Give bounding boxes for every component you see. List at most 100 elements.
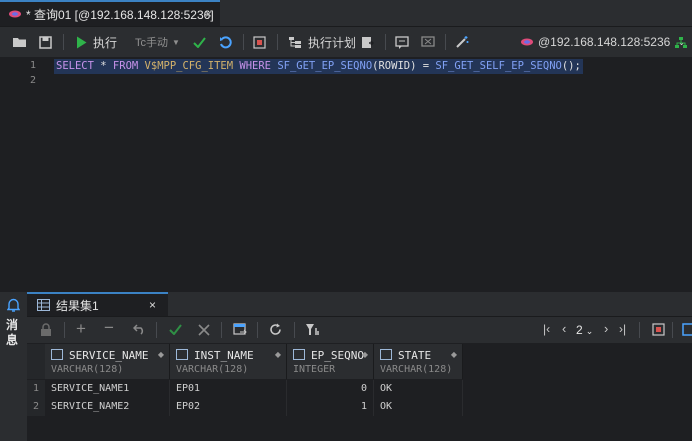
- line-number-gutter: 1 2: [0, 57, 44, 291]
- commit-icon[interactable]: [193, 27, 206, 57]
- result-set-tab[interactable]: 结果集1 ×: [27, 292, 168, 316]
- table-cell[interactable]: 1: [287, 398, 374, 416]
- first-page-icon[interactable]: |‹: [543, 322, 550, 336]
- undo-icon[interactable]: [133, 324, 146, 335]
- transaction-mode-label: Tc手动: [135, 37, 168, 49]
- database-icon: [9, 10, 21, 18]
- result-tab-bar: 结果集1 ×: [27, 292, 692, 317]
- execution-plan-button[interactable]: 执行计划: [288, 27, 356, 57]
- rollback-icon[interactable]: [219, 27, 232, 57]
- panel-toggle-icon[interactable]: [682, 323, 692, 336]
- sort-icon[interactable]: ◆: [158, 350, 164, 359]
- stop-icon[interactable]: [253, 27, 266, 57]
- previous-page-icon[interactable]: ‹: [562, 321, 566, 336]
- grid-corner: [27, 344, 45, 379]
- table-cell[interactable]: EP02: [170, 398, 287, 416]
- query-tab[interactable]: * 查询01 [@192.168.148.128:5236] ×: [0, 0, 220, 26]
- filter-icon[interactable]: [305, 323, 320, 336]
- format-wand-icon[interactable]: [455, 27, 469, 57]
- column-type: VARCHAR(128): [380, 364, 453, 375]
- export-grid-icon[interactable]: [233, 323, 247, 336]
- grid-icon: [37, 299, 50, 311]
- transaction-mode-select[interactable]: Tc手动 ▼: [135, 27, 180, 57]
- last-page-icon[interactable]: ›|: [619, 322, 626, 336]
- execution-plan-label: 执行计划: [308, 35, 357, 50]
- line-number: 2: [29, 75, 36, 86]
- add-row-icon[interactable]: +: [76, 319, 86, 339]
- close-icon[interactable]: ×: [205, 7, 212, 21]
- play-icon: [77, 36, 87, 48]
- sql-table-name: V$MPP_CFG_ITEM: [144, 60, 234, 72]
- toolbar-divider: [385, 34, 386, 50]
- sort-icon[interactable]: ◆: [362, 350, 368, 359]
- export-icon[interactable]: [361, 27, 374, 57]
- save-icon[interactable]: [39, 27, 52, 57]
- query-tab-title: * 查询01 [@192.168.148.128:5236]: [26, 7, 214, 22]
- result-grid[interactable]: SERVICE_NAME ◆ VARCHAR(128) INST_NAME ◆ …: [27, 344, 692, 441]
- sort-icon[interactable]: ◆: [451, 350, 457, 359]
- toolbar-divider: [257, 322, 258, 338]
- column-icon: [176, 349, 188, 360]
- column-header-ep-seqno[interactable]: EP_SEQNO ◆ INTEGER: [287, 344, 374, 379]
- close-icon[interactable]: ×: [149, 298, 156, 312]
- sort-icon[interactable]: ◆: [275, 350, 281, 359]
- sql-function: SF_GET_SELF_EP_SEQNO: [435, 60, 562, 72]
- table-cell[interactable]: SERVICE_NAME1: [45, 380, 170, 398]
- stop-icon[interactable]: [652, 323, 665, 336]
- next-page-icon[interactable]: ›: [604, 321, 608, 336]
- column-icon: [51, 349, 63, 360]
- table-cell[interactable]: 0: [287, 380, 374, 398]
- connection-label: @192.168.148.128:5236: [538, 35, 671, 49]
- page-number-select[interactable]: 2 ⌄: [576, 323, 593, 337]
- column-type: VARCHAR(128): [51, 364, 124, 375]
- chevron-down-icon: ▼: [172, 37, 180, 47]
- row-number: 1: [27, 380, 45, 398]
- uncomment-icon[interactable]: [421, 27, 435, 57]
- execute-button[interactable]: 执行: [76, 27, 117, 57]
- toolbar-divider: [639, 322, 640, 338]
- table-cell[interactable]: OK: [374, 398, 463, 416]
- comment-icon[interactable]: [395, 27, 409, 57]
- open-folder-icon[interactable]: [12, 27, 27, 57]
- column-name: STATE: [398, 349, 432, 362]
- side-panel-strip: 消息: [0, 292, 28, 441]
- toolbar-divider: [672, 322, 673, 338]
- sql-argument: (ROWID): [372, 60, 417, 72]
- result-panel: 结果集1 × + − |‹ ‹ 2 ⌄ › ›| SERVICE_NAME ◆ …: [27, 292, 692, 441]
- sql-keyword: WHERE: [239, 60, 271, 72]
- connection-selector[interactable]: @192.168.148.128:5236 ⌄: [520, 27, 686, 57]
- network-icon[interactable]: [674, 27, 688, 57]
- sql-terminator: ();: [561, 60, 581, 72]
- toolbar-divider: [156, 322, 157, 338]
- toolbar-divider: [277, 34, 278, 50]
- delete-row-icon[interactable]: −: [104, 318, 114, 338]
- column-type: VARCHAR(128): [176, 364, 249, 375]
- column-icon: [293, 349, 305, 360]
- table-cell[interactable]: SERVICE_NAME2: [45, 398, 170, 416]
- column-header-state[interactable]: STATE ◆ VARCHAR(128): [374, 344, 463, 379]
- toolbar-divider: [445, 34, 446, 50]
- messages-panel-label[interactable]: 消息: [6, 318, 20, 348]
- commit-icon[interactable]: [169, 324, 182, 335]
- toolbar-divider: [294, 322, 295, 338]
- toolbar-divider: [243, 34, 244, 50]
- column-type: INTEGER: [293, 364, 336, 375]
- cancel-icon[interactable]: [198, 324, 210, 336]
- column-icon: [380, 349, 392, 360]
- sql-keyword: FROM: [112, 60, 139, 72]
- sql-code-line[interactable]: SELECT * FROM V$MPP_CFG_ITEM WHERE SF_GE…: [54, 59, 583, 74]
- sql-function: SF_GET_EP_SEQNO: [277, 60, 373, 72]
- result-set-tab-label: 结果集1: [56, 298, 99, 313]
- bell-icon[interactable]: [7, 298, 20, 312]
- plan-icon: [289, 36, 301, 48]
- column-header-inst-name[interactable]: INST_NAME ◆ VARCHAR(128): [170, 344, 287, 379]
- table-cell[interactable]: EP01: [170, 380, 287, 398]
- table-cell[interactable]: OK: [374, 380, 463, 398]
- lock-icon[interactable]: [40, 323, 52, 337]
- row-number: 2: [27, 398, 45, 416]
- column-name: SERVICE_NAME: [69, 349, 149, 362]
- column-header-service-name[interactable]: SERVICE_NAME ◆ VARCHAR(128): [45, 344, 170, 379]
- database-icon: [521, 38, 533, 46]
- sql-editor[interactable]: 1 2 SELECT * FROM V$MPP_CFG_ITEM WHERE S…: [0, 57, 692, 291]
- refresh-icon[interactable]: [269, 323, 282, 336]
